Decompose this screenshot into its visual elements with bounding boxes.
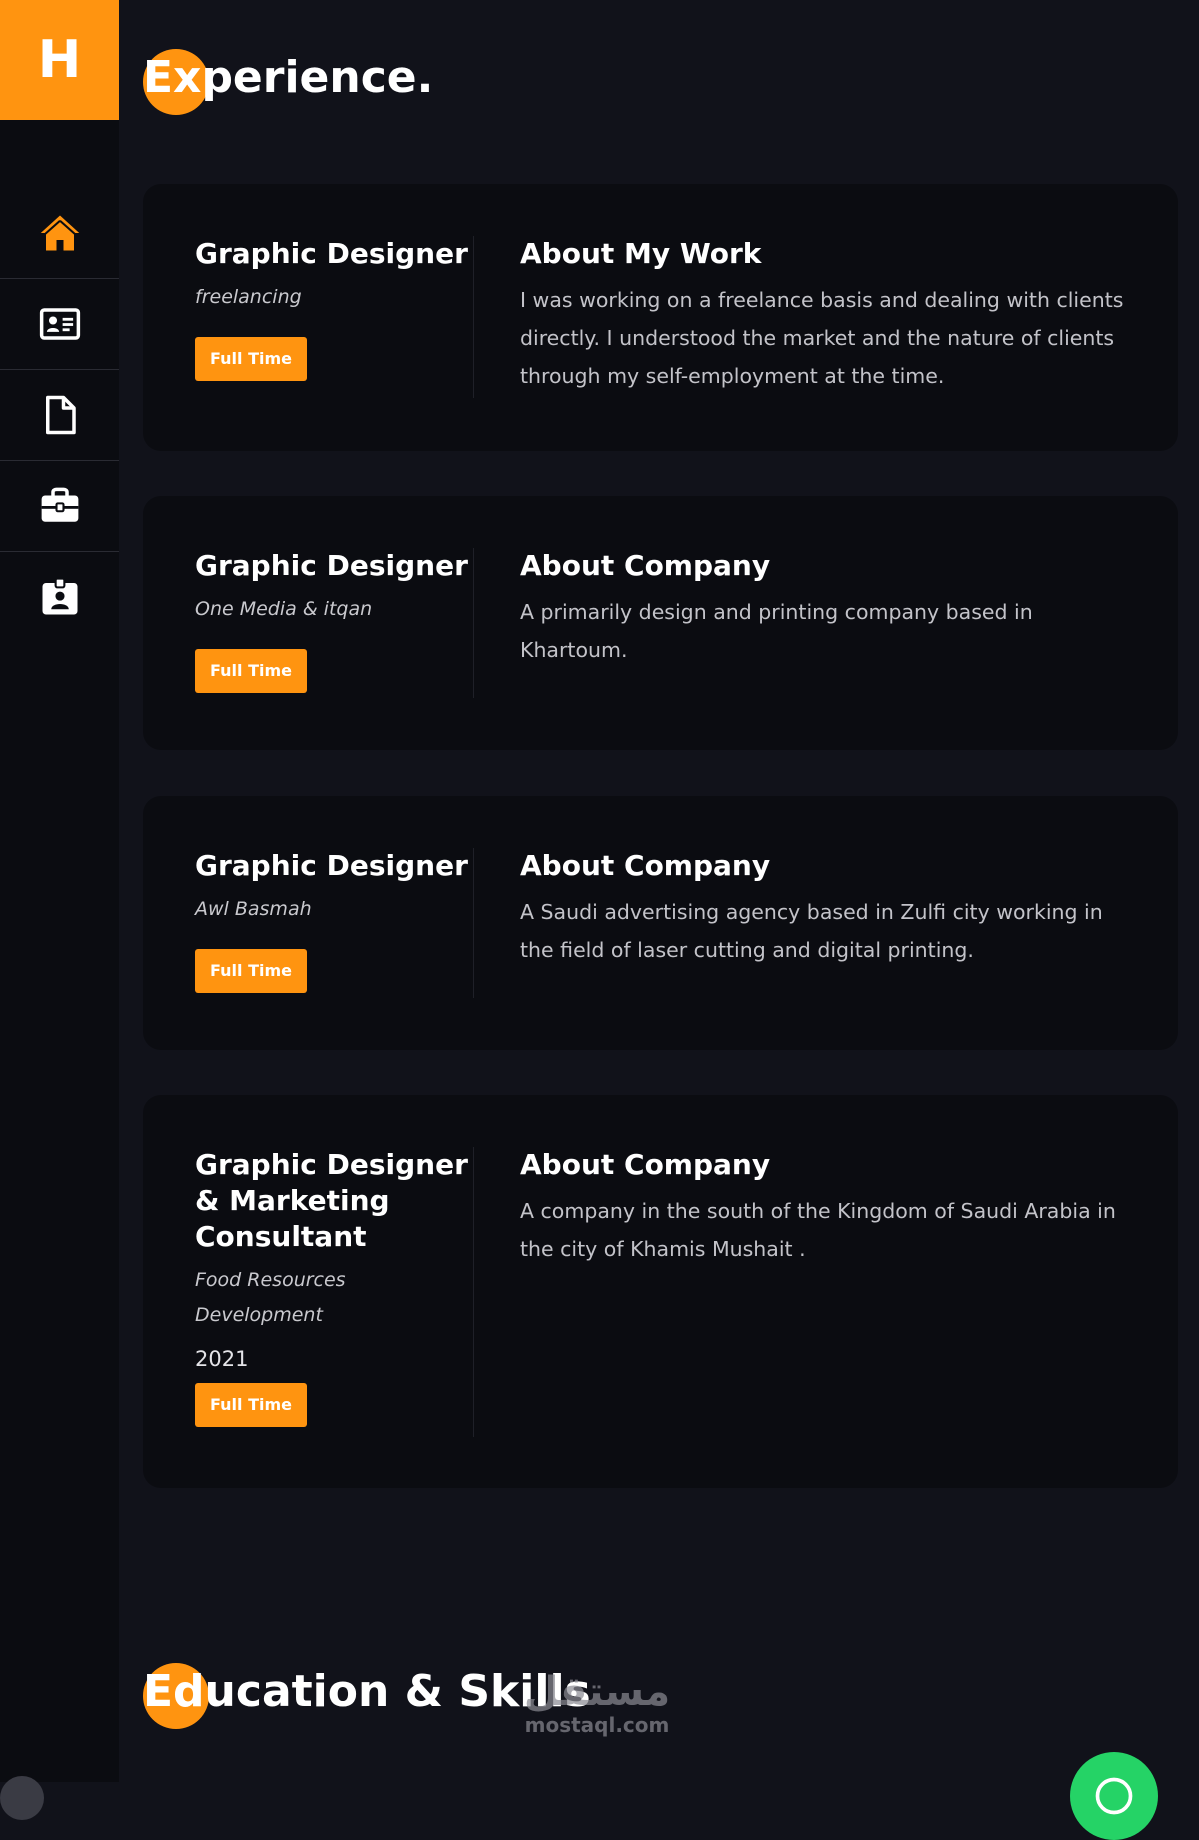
about-title: About Company — [520, 1148, 771, 1181]
logo[interactable]: H — [0, 0, 119, 120]
briefcase-icon — [41, 487, 78, 522]
company-name: Awl Basmah — [195, 898, 312, 920]
sidebar: H — [0, 0, 119, 1782]
card-divider — [473, 848, 474, 998]
company-name: freelancing — [195, 286, 302, 308]
experience-card-right: About My Work I was working on a freelan… — [520, 236, 1140, 395]
about-title: About My Work — [520, 237, 762, 270]
experience-card-left: Graphic Designer One Media & itqan Full … — [195, 548, 470, 693]
about-text: A company in the south of the Kingdom of… — [520, 1199, 1116, 1261]
company-name: Food Resources Development — [195, 1269, 346, 1326]
experience-card-left: Graphic Designer freelancing Full Time — [195, 236, 470, 381]
experience-card: Graphic Designer & Marketing Consultant … — [143, 1095, 1178, 1488]
card-divider — [473, 548, 474, 698]
nav-item-portfolio[interactable] — [0, 461, 119, 552]
experience-card: Graphic Designer freelancing Full Time A… — [143, 184, 1178, 451]
nav-item-resume[interactable] — [0, 370, 119, 461]
job-title: Graphic Designer — [195, 849, 468, 882]
experience-card: Graphic Designer Awl Basmah Full Time Ab… — [143, 796, 1178, 1050]
experience-card-right: About Company A company in the south of … — [520, 1147, 1140, 1268]
nav-item-contact[interactable] — [0, 552, 119, 642]
job-title: Graphic Designer — [195, 237, 468, 270]
sidebar-nav — [0, 188, 119, 642]
employment-type-badge: Full Time — [195, 337, 307, 381]
experience-card: Graphic Designer One Media & itqan Full … — [143, 496, 1178, 750]
home-icon — [40, 215, 79, 251]
about-text: A primarily design and printing company … — [520, 600, 1033, 662]
job-title: Graphic Designer & Marketing Consultant — [195, 1148, 468, 1253]
watermark-arabic: مستقل — [523, 1669, 671, 1715]
about-title: About Company — [520, 549, 771, 582]
card-divider — [473, 236, 474, 398]
badge-icon — [42, 577, 77, 615]
experience-card-left: Graphic Designer Awl Basmah Full Time — [195, 848, 470, 993]
employment-type-badge: Full Time — [195, 1383, 307, 1427]
whatsapp-icon — [1095, 1777, 1133, 1815]
whatsapp-button[interactable] — [1070, 1752, 1158, 1840]
nav-item-about[interactable] — [0, 279, 119, 370]
about-text: I was working on a freelance basis and d… — [520, 288, 1124, 388]
card-divider — [473, 1147, 474, 1437]
watermark: مستقل mostaql.com — [522, 1670, 672, 1736]
experience-card-left: Graphic Designer & Marketing Consultant … — [195, 1147, 477, 1427]
experience-card-right: About Company A primarily design and pri… — [520, 548, 1140, 669]
company-name: One Media & itqan — [195, 598, 373, 620]
section-title-experience: Experience. — [143, 52, 434, 103]
job-title: Graphic Designer — [195, 549, 468, 582]
job-year: 2021 — [195, 1347, 249, 1371]
avatar[interactable] — [0, 1776, 44, 1820]
experience-card-right: About Company A Saudi advertising agency… — [520, 848, 1140, 969]
logo-letter: H — [37, 30, 82, 90]
document-icon — [45, 395, 76, 435]
nav-item-home[interactable] — [0, 188, 119, 279]
id-card-icon — [39, 308, 80, 340]
employment-type-badge: Full Time — [195, 949, 307, 993]
employment-type-badge: Full Time — [195, 649, 307, 693]
watermark-latin: mostaql.com — [524, 1713, 670, 1737]
about-text: A Saudi advertising agency based in Zulf… — [520, 900, 1103, 962]
about-title: About Company — [520, 849, 771, 882]
